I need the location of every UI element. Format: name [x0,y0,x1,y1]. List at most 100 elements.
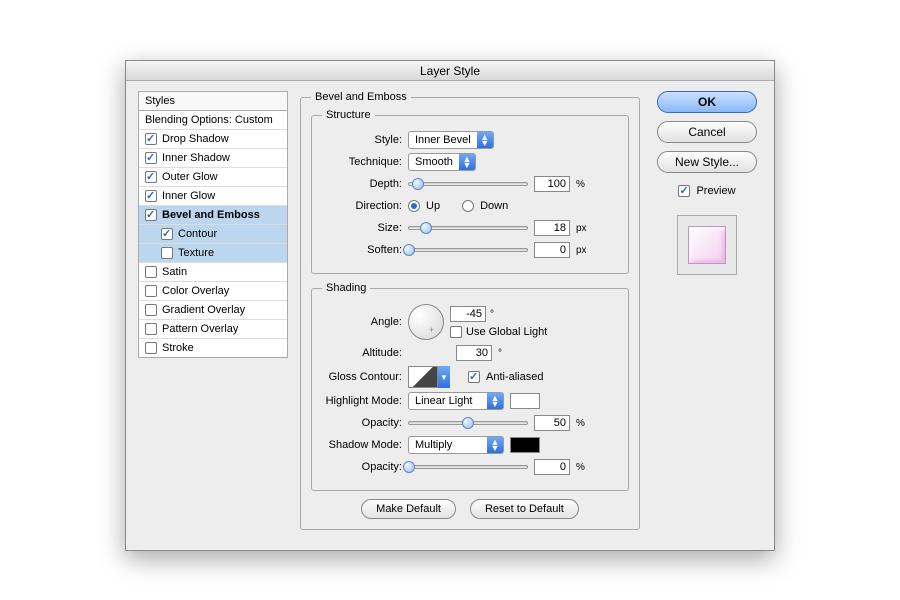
ok-button[interactable]: OK [657,91,757,113]
highlight-opacity-slider[interactable] [408,421,528,425]
highlight-opacity-input[interactable]: 50 [534,415,570,431]
effect-row-bevel-and-emboss[interactable]: Bevel and Emboss [139,206,287,225]
effect-checkbox[interactable] [145,152,157,164]
size-slider[interactable] [408,226,528,230]
chevron-updown-icon: ▲▼ [459,154,475,170]
antialias-label: Anti-aliased [486,371,543,383]
global-light-label: Use Global Light [466,326,547,338]
shading-legend: Shading [322,282,370,294]
effect-row-inner-shadow[interactable]: Inner Shadow [139,149,287,168]
make-default-button[interactable]: Make Default [361,499,456,519]
bevel-fieldset: Bevel and Emboss Structure Style: Inner … [300,91,640,530]
effect-row-gradient-overlay[interactable]: Gradient Overlay [139,301,287,320]
reset-default-button[interactable]: Reset to Default [470,499,579,519]
altitude-label: Altitude: [322,347,402,359]
gloss-contour-dropdown[interactable]: ▼ [438,366,450,388]
soften-input[interactable]: 0 [534,242,570,258]
cancel-button[interactable]: Cancel [657,121,757,143]
soften-label: Soften: [322,244,402,256]
shadow-color-swatch[interactable] [510,437,540,453]
effect-checkbox[interactable] [145,190,157,202]
depth-input[interactable]: 100 [534,176,570,192]
angle-input[interactable]: -45 [450,306,486,322]
effect-checkbox[interactable] [161,247,173,259]
gloss-contour-picker[interactable] [408,366,438,388]
effect-row-satin[interactable]: Satin [139,263,287,282]
shadow-mode-value: Multiply [409,439,487,451]
effect-checkbox[interactable] [145,285,157,297]
effect-checkbox[interactable] [145,171,157,183]
blending-options-row[interactable]: Blending Options: Custom [139,111,287,130]
chevron-updown-icon: ▲▼ [477,132,493,148]
effect-row-pattern-overlay[interactable]: Pattern Overlay [139,320,287,339]
effect-row-contour[interactable]: Contour [139,225,287,244]
effect-checkbox[interactable] [145,304,157,316]
depth-label: Depth: [322,178,402,190]
effect-checkbox[interactable] [145,342,157,354]
bevel-panel: Bevel and Emboss Structure Style: Inner … [300,91,640,538]
new-style-button[interactable]: New Style... [657,151,757,173]
size-unit: px [576,223,594,234]
layer-style-dialog: Layer Style Styles Blending Options: Cus… [125,60,775,551]
highlight-opacity-unit: % [576,418,594,429]
effect-row-inner-glow[interactable]: Inner Glow [139,187,287,206]
effect-row-drop-shadow[interactable]: Drop Shadow [139,130,287,149]
style-dropdown[interactable]: Inner Bevel ▲▼ [408,131,494,149]
effect-row-outer-glow[interactable]: Outer Glow [139,168,287,187]
preview-checkbox[interactable] [678,185,690,197]
effect-label: Bevel and Emboss [162,209,260,221]
effect-checkbox[interactable] [145,209,157,221]
effect-label: Drop Shadow [162,133,229,145]
highlight-mode-dropdown[interactable]: Linear Light ▲▼ [408,392,504,410]
preview-swatch [688,226,726,264]
effect-label: Satin [162,266,187,278]
effect-row-texture[interactable]: Texture [139,244,287,263]
effect-checkbox[interactable] [145,266,157,278]
direction-up-radio[interactable] [408,200,420,212]
effect-label: Blending Options: Custom [145,114,273,126]
effect-row-stroke[interactable]: Stroke [139,339,287,357]
style-label: Style: [322,134,402,146]
effect-checkbox[interactable] [161,228,173,240]
altitude-input[interactable]: 30 [456,345,492,361]
soften-slider[interactable] [408,248,528,252]
gloss-contour-label: Gloss Contour: [322,371,402,383]
style-value: Inner Bevel [409,134,477,146]
depth-slider[interactable] [408,182,528,186]
styles-sidebar: Styles Blending Options: Custom Drop Shad… [138,91,288,538]
technique-dropdown[interactable]: Smooth ▲▼ [408,153,476,171]
shadow-opacity-input[interactable]: 0 [534,459,570,475]
chevron-updown-icon: ▲▼ [487,393,503,409]
shadow-mode-label: Shadow Mode: [322,439,402,451]
effect-row-color-overlay[interactable]: Color Overlay [139,282,287,301]
size-input[interactable]: 18 [534,220,570,236]
technique-value: Smooth [409,156,459,168]
highlight-color-swatch[interactable] [510,393,540,409]
dialog-title: Layer Style [126,61,774,81]
effect-label: Inner Shadow [162,152,230,164]
styles-header[interactable]: Styles [138,91,288,110]
antialias-checkbox[interactable] [468,371,480,383]
effect-checkbox[interactable] [145,133,157,145]
depth-unit: % [576,179,594,190]
preview-box [677,215,737,275]
effect-label: Pattern Overlay [162,323,238,335]
highlight-mode-label: Highlight Mode: [322,395,402,407]
global-light-checkbox[interactable] [450,326,462,338]
shadow-opacity-slider[interactable] [408,465,528,469]
effect-label: Stroke [162,342,194,354]
shadow-mode-dropdown[interactable]: Multiply ▲▼ [408,436,504,454]
shadow-opacity-unit: % [576,462,594,473]
soften-unit: px [576,245,594,256]
preview-label: Preview [696,185,735,197]
highlight-mode-value: Linear Light [409,395,487,407]
effect-checkbox[interactable] [145,323,157,335]
angle-label: Angle: [322,316,402,328]
technique-label: Technique: [322,156,402,168]
direction-down-radio[interactable] [462,200,474,212]
highlight-opacity-label: Opacity: [322,417,402,429]
size-label: Size: [322,222,402,234]
direction-label: Direction: [322,200,402,212]
angle-control[interactable]: + [408,304,444,340]
structure-group: Structure Style: Inner Bevel ▲▼ Techniqu… [311,109,629,274]
